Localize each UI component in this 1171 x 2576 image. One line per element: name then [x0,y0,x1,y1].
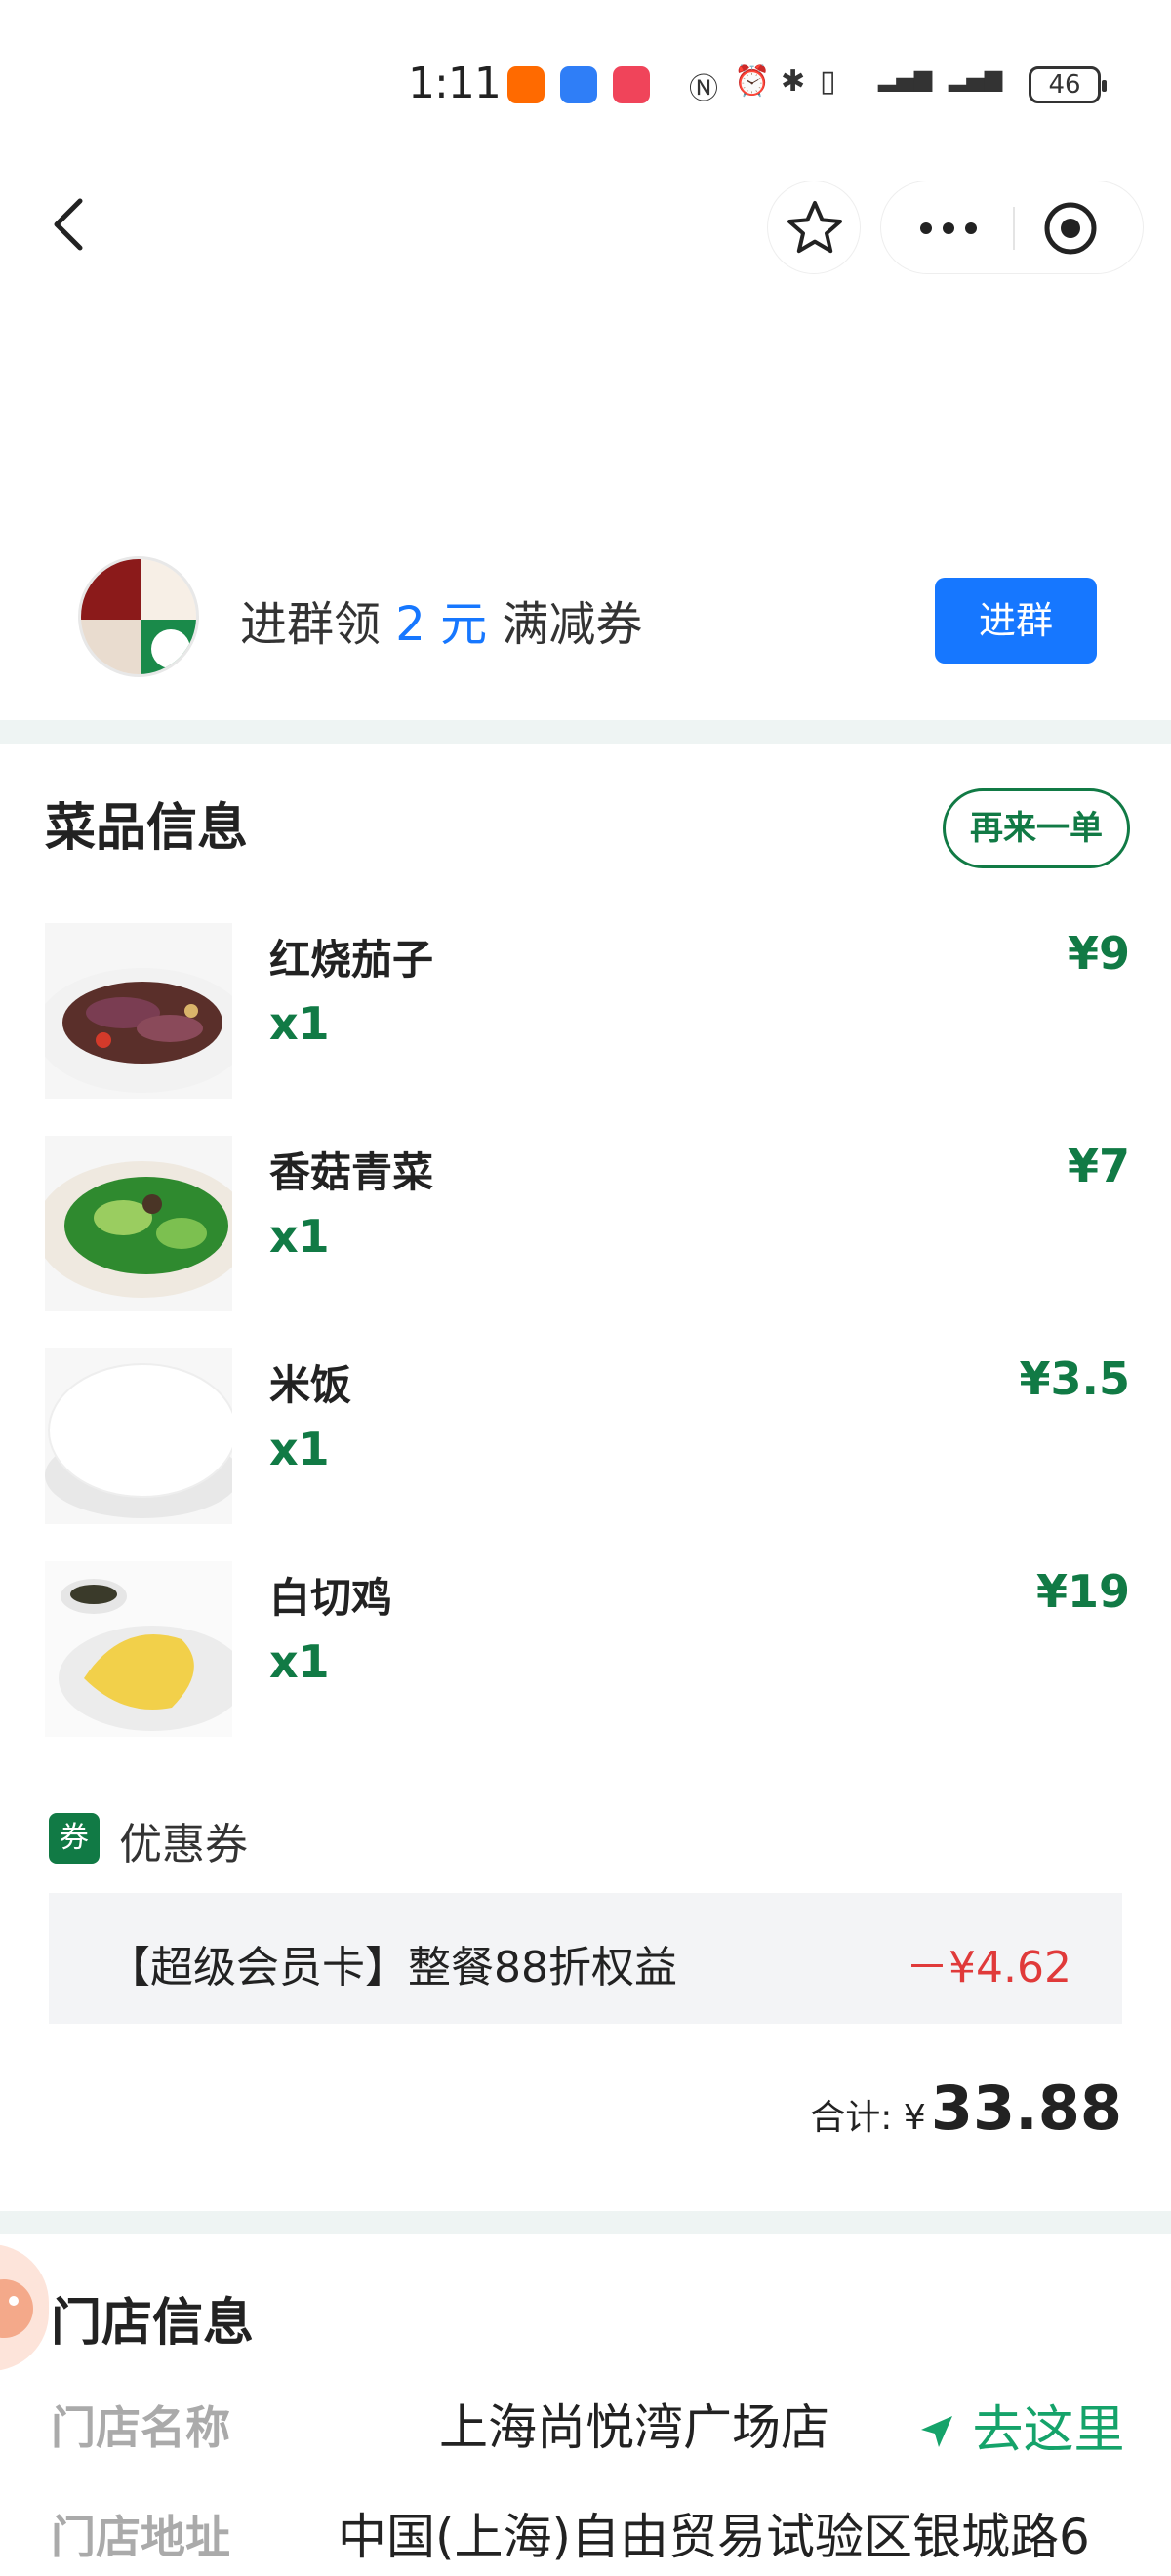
dish-name: 米饭 [269,1361,352,1409]
dish-name: 红烧茄子 [269,936,434,984]
store-address: 中国(上海)自由贸易试验区银城路6 [338,2509,1090,2565]
bluetooth-icon: ✱ [781,64,806,99]
reader-notification-icon [613,66,650,103]
star-icon [787,201,842,254]
capsule-divider [1013,207,1015,250]
store-section-title: 门店信息 [51,2294,255,2353]
section-divider [0,2211,1171,2234]
battery-icon: 46 [1029,66,1107,103]
dish-item: 米饭 x1 ¥3.5 [0,1348,1171,1524]
group-coupon-amount: 2 元 [395,597,488,652]
section-divider [0,720,1171,744]
coupon-amount: －¥4.62 [906,1943,1071,1992]
status-bar: 1:11 Ⓝ ⏰ ✱ ▯ ▂▄▆ ▂▄▆ 46 [0,0,1171,166]
dish-name: 白切鸡 [269,1574,393,1622]
more-dots-icon[interactable] [905,205,992,252]
signal-5g-icon: ▂▄▆ [949,64,1003,92]
group-coupon-text: 进群领 2 元 满减券 [240,585,642,654]
navigate-button[interactable]: 去这里 [917,2389,1125,2462]
coupon-description: 【超级会员卡】整餐88折权益 [107,1943,677,1992]
navigation-arrow-icon [921,2416,952,2447]
signal-4g-icon: ▂▄▆ [878,64,933,92]
status-time: 1:11 [408,59,502,108]
store-name: 上海尚悦湾广场店 [439,2399,829,2456]
group-text-prefix: 进群领 [240,597,382,652]
dish-item: 红烧茄子 x1 ¥9 [0,923,1171,1099]
reorder-button[interactable]: 再来一单 [943,788,1130,868]
dish-price: ¥9 [1067,927,1130,980]
dish-image [45,1136,232,1311]
dish-quantity: x1 [269,1635,330,1688]
dish-quantity: x1 [269,1210,330,1263]
dish-price: ¥19 [1035,1565,1130,1618]
store-address-label: 门店地址 [51,2511,230,2563]
mini-program-capsule [880,181,1144,274]
mascot-icon [0,2244,49,2371]
dish-image [45,923,232,1099]
total-label: 合计: ¥ [810,2098,926,2138]
nfc-icon: Ⓝ [689,72,718,106]
chevron-left-icon[interactable] [41,195,100,254]
dish-name: 香菇青菜 [269,1148,434,1196]
group-text-suffix: 满减券 [502,597,643,652]
dish-price: ¥3.5 [1019,1352,1131,1405]
dish-quantity: x1 [269,1423,330,1475]
coupon-row: 【超级会员卡】整餐88折权益 －¥4.62 [49,1893,1122,2024]
group-avatar [78,556,199,677]
store-name-label: 门店名称 [51,2401,230,2454]
dish-item: 香菇青菜 x1 ¥7 [0,1136,1171,1311]
dish-item: 白切鸡 x1 ¥19 [0,1561,1171,1737]
dish-section-title: 菜品信息 [45,799,249,858]
favorite-button[interactable] [767,181,861,274]
dish-image [45,1348,232,1524]
coupon-icon: 券 [49,1813,100,1864]
vibrate-icon: ▯ [820,64,836,99]
dish-price: ¥7 [1067,1140,1130,1192]
target-icon[interactable] [1041,199,1100,258]
navigate-label: 去这里 [972,2401,1125,2460]
dish-quantity: x1 [269,997,330,1050]
total-value: 33.88 [930,2073,1122,2144]
coupon-label: 优惠券 [119,1820,248,1870]
app-notification-icon [507,66,545,103]
dish-image [45,1561,232,1737]
weather-notification-icon [560,66,597,103]
order-total: 合计: ¥ 33.88 [810,2073,1122,2144]
join-group-button[interactable]: 进群 [935,578,1097,664]
alarm-icon: ⏰ [734,64,771,99]
